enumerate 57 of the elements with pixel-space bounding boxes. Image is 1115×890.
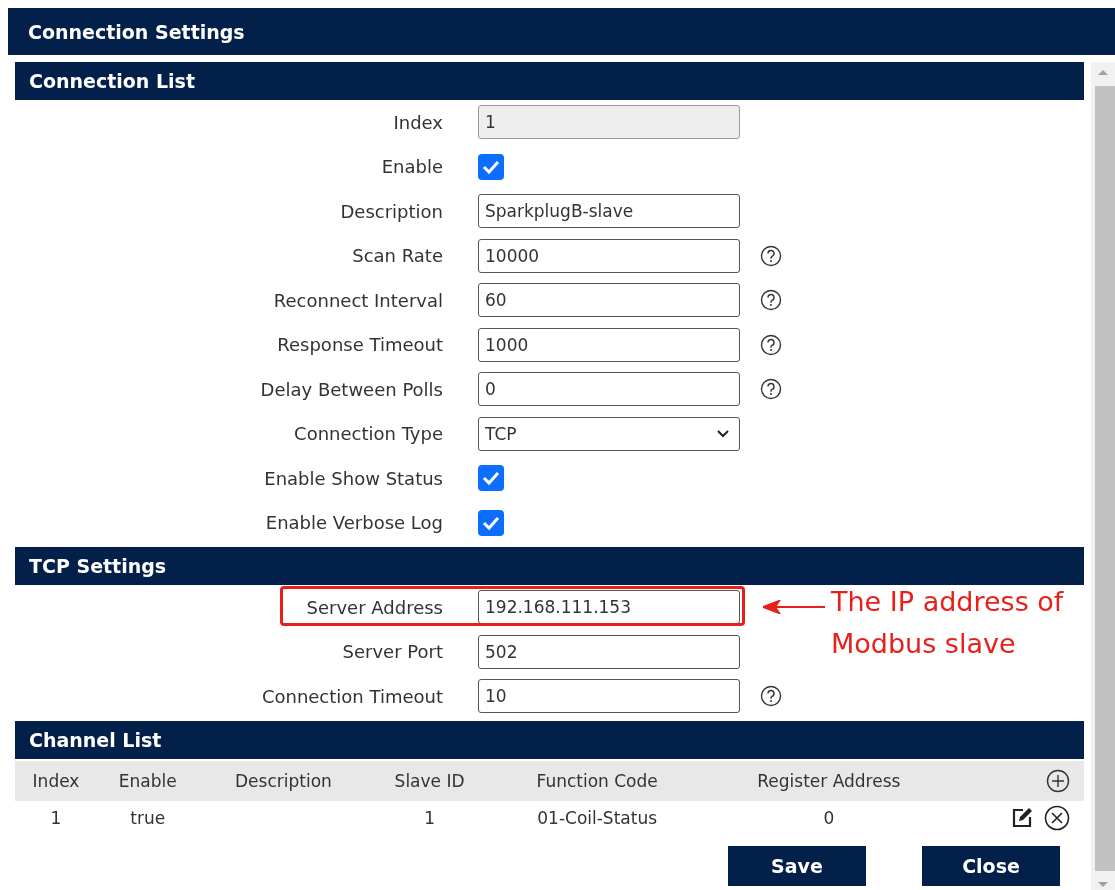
table-cell: 01-Coil-Status bbox=[537, 808, 658, 828]
column-header: Register Address bbox=[703, 760, 955, 801]
checkmark-icon bbox=[482, 514, 500, 531]
delete-icon[interactable] bbox=[1044, 805, 1070, 831]
table-cell: 0 bbox=[823, 808, 835, 828]
arrow-icon bbox=[763, 600, 825, 614]
field-label: Reconnect Interval bbox=[272, 289, 443, 311]
checkmark-icon bbox=[482, 470, 500, 487]
column-header: Index bbox=[15, 760, 98, 801]
input-field[interactable]: 1000 bbox=[478, 327, 740, 362]
field-label: Scan Rate bbox=[351, 245, 443, 267]
section-header: Channel List bbox=[15, 720, 1084, 759]
help-icon[interactable] bbox=[760, 333, 782, 356]
add-icon[interactable] bbox=[1046, 768, 1070, 793]
field-label: Enable Verbose Log bbox=[264, 512, 443, 534]
checkmark-icon bbox=[482, 158, 500, 175]
checkbox[interactable] bbox=[478, 509, 504, 536]
input-field[interactable]: SparkplugB-slave bbox=[478, 194, 740, 229]
field-label: Server Address bbox=[305, 596, 443, 618]
field-label: Description bbox=[339, 200, 443, 222]
help-icon[interactable] bbox=[760, 685, 782, 708]
column-header: Description bbox=[198, 760, 369, 801]
chevron-icon bbox=[717, 429, 729, 438]
input-field[interactable]: 1 bbox=[478, 105, 740, 140]
field-label: Response Timeout bbox=[276, 334, 443, 356]
input-field[interactable]: 10000 bbox=[478, 238, 740, 273]
field-label: Connection Type bbox=[293, 423, 443, 445]
input-field[interactable]: 60 bbox=[478, 283, 740, 318]
field-label: Server Port bbox=[341, 641, 443, 663]
field-label: Connection Timeout bbox=[260, 685, 443, 707]
field-label: Index bbox=[392, 111, 443, 133]
help-icon[interactable] bbox=[760, 244, 782, 267]
help-icon[interactable] bbox=[760, 289, 782, 312]
table-cell: 1 bbox=[50, 808, 62, 828]
field-label: Delay Between Polls bbox=[259, 378, 443, 400]
field-label: Enable Show Status bbox=[263, 467, 443, 489]
checkbox[interactable] bbox=[478, 465, 504, 492]
section-header: Connection List bbox=[15, 62, 1084, 100]
input-field[interactable]: 192.168.111.153 bbox=[478, 590, 740, 625]
column-header: Enable bbox=[97, 760, 199, 801]
annotation-text: The IP address of Modbus slave bbox=[831, 585, 1065, 661]
help-icon[interactable] bbox=[760, 378, 782, 401]
connection-type-select[interactable]: TCP bbox=[478, 416, 740, 451]
input-field[interactable]: 502 bbox=[478, 634, 740, 669]
input-field[interactable]: 0 bbox=[478, 372, 740, 407]
window-title: Connection Settings bbox=[8, 8, 1115, 55]
input-field[interactable]: 10 bbox=[478, 679, 740, 714]
checkbox[interactable] bbox=[478, 153, 504, 180]
column-header: Slave ID bbox=[368, 760, 491, 801]
section-header: TCP Settings bbox=[15, 547, 1084, 585]
dialog-button[interactable]: Close bbox=[922, 845, 1060, 886]
column-header: Function Code bbox=[490, 760, 704, 801]
table-cell: true bbox=[130, 808, 166, 828]
dialog-button[interactable]: Save bbox=[728, 845, 866, 886]
field-label: Enable bbox=[380, 156, 443, 178]
table-cell: 1 bbox=[424, 808, 435, 828]
edit-icon[interactable] bbox=[1010, 806, 1034, 830]
